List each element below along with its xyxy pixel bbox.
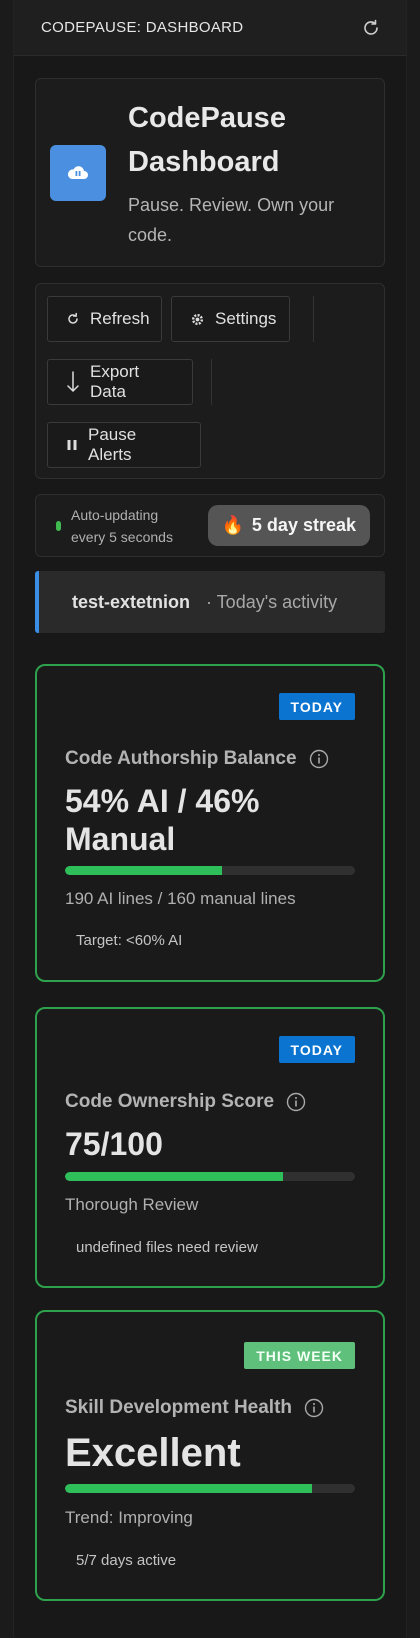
metric-value: 75/100 bbox=[65, 1126, 163, 1162]
activity-subtitle: · Today's activity bbox=[206, 591, 338, 612]
panel-header: CODEPAUSE: DASHBOARD bbox=[14, 0, 406, 56]
metric-detail: Thorough Review bbox=[65, 1195, 199, 1214]
period-badge: THIS WEEK bbox=[244, 1342, 355, 1369]
action-toolbar: Refresh Settings Export Data Pause Alert… bbox=[35, 283, 385, 479]
fire-icon: 🔥 bbox=[221, 515, 244, 535]
progress-bar bbox=[65, 866, 355, 875]
refresh-button-label: Refresh bbox=[90, 309, 150, 328]
metric-note: 5/7 days active bbox=[76, 1552, 177, 1569]
progress-bar bbox=[65, 1172, 355, 1181]
metric-card-skill-health: THIS WEEK Skill Development Health Excel… bbox=[35, 1310, 385, 1601]
pause-alerts-button[interactable]: Pause Alerts bbox=[47, 422, 201, 468]
panel-title: CODEPAUSE: DASHBOARD bbox=[41, 19, 244, 36]
export-data-button-label: Export Data bbox=[90, 362, 140, 401]
settings-button[interactable]: Settings bbox=[171, 296, 290, 342]
export-data-button[interactable]: Export Data bbox=[47, 359, 193, 405]
right-panel-edge bbox=[406, 0, 420, 1638]
metric-label-text: Code Ownership Score bbox=[65, 1091, 275, 1112]
info-icon[interactable] bbox=[304, 1398, 324, 1418]
project-name: test-extetnion bbox=[72, 591, 191, 612]
hero-title-line2: Dashboard bbox=[128, 145, 280, 178]
auto-update-line2: every 5 seconds bbox=[71, 528, 173, 545]
metric-detail: Trend: Improving bbox=[65, 1508, 193, 1527]
toolbar-divider bbox=[313, 296, 314, 342]
settings-button-label: Settings bbox=[215, 309, 277, 328]
period-badge: TODAY bbox=[278, 1036, 355, 1063]
pause-alerts-button-label: Pause Alerts bbox=[88, 425, 137, 464]
left-panel-edge bbox=[0, 0, 14, 1638]
refresh-small-icon bbox=[66, 312, 80, 326]
hero-title-line1: CodePause bbox=[128, 101, 286, 134]
metric-label: Code Ownership Score bbox=[65, 1091, 306, 1113]
metric-value-line2: Manual bbox=[65, 821, 176, 857]
metric-note: undefined files need review bbox=[76, 1239, 258, 1256]
progress-fill bbox=[65, 1484, 312, 1493]
metric-card-ownership: TODAY Code Ownership Score 75/100 Thorou… bbox=[35, 1007, 385, 1288]
dashboard-hero: CodePause Dashboard Pause. Review. Own y… bbox=[35, 78, 385, 267]
gear-icon bbox=[190, 312, 205, 327]
metric-label: Skill Development Health bbox=[65, 1397, 324, 1419]
refresh-icon[interactable] bbox=[360, 17, 382, 39]
info-icon[interactable] bbox=[286, 1092, 306, 1112]
arrow-down-icon bbox=[66, 371, 80, 393]
pause-icon bbox=[66, 439, 78, 451]
metric-detail: 190 AI lines / 160 manual lines bbox=[65, 889, 296, 908]
metric-label: Code Authorship Balance bbox=[65, 748, 329, 770]
streak-badge: 🔥 5 day streak bbox=[207, 505, 370, 546]
auto-update-line1: Auto-updating bbox=[71, 506, 159, 523]
period-badge: TODAY bbox=[278, 693, 355, 720]
hero-tagline-line1: Pause. Review. Own your bbox=[128, 194, 335, 215]
metric-note: Target: <60% AI bbox=[76, 932, 183, 949]
metric-label-text: Code Authorship Balance bbox=[65, 748, 297, 769]
info-icon[interactable] bbox=[309, 749, 329, 769]
toolbar-divider bbox=[211, 359, 212, 405]
streak-label: 5 day streak bbox=[251, 515, 356, 535]
pause-cloud-icon bbox=[67, 165, 88, 179]
progress-fill bbox=[65, 866, 222, 875]
codepause-logo bbox=[50, 144, 106, 201]
refresh-button[interactable]: Refresh bbox=[47, 296, 162, 342]
metric-value: Excellent bbox=[65, 1431, 241, 1475]
metric-card-authorship: TODAY Code Authorship Balance 54% AI / 4… bbox=[35, 664, 385, 982]
hero-tagline-line2: code. bbox=[128, 224, 173, 245]
progress-fill bbox=[65, 1172, 283, 1181]
live-indicator-dot bbox=[56, 520, 61, 531]
status-bar: Auto-updating every 5 seconds 🔥 5 day st… bbox=[35, 494, 385, 557]
metric-value-line1: 54% AI / 46% bbox=[65, 783, 260, 819]
activity-banner: test-extetnion · Today's activity bbox=[35, 571, 385, 633]
metric-label-text: Skill Development Health bbox=[65, 1397, 293, 1418]
progress-bar bbox=[65, 1484, 355, 1493]
